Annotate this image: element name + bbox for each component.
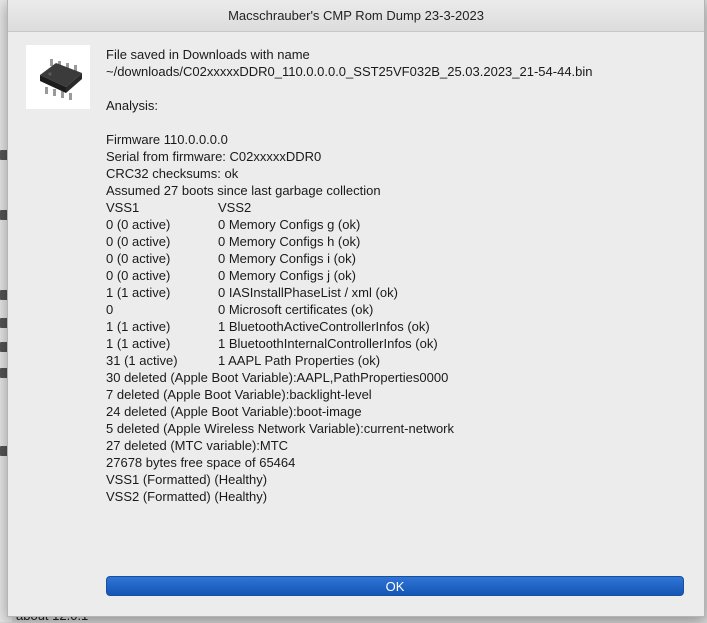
detail-line: 30 deleted (Apple Boot Variable):AAPL,Pa… bbox=[106, 370, 449, 385]
detail-line: 27 deleted (MTC variable):MTC bbox=[106, 438, 289, 453]
detail-line: 24 deleted (Apple Boot Variable):boot-im… bbox=[106, 404, 362, 419]
dialog-message: File saved in Downloads with name ~/down… bbox=[106, 46, 692, 505]
table-row: 31 (1 active) 1 AAPL Path Properties (ok… bbox=[106, 352, 692, 369]
table-row: 1 (1 active) 0 IASInstallPhaseList / xml… bbox=[106, 284, 692, 301]
vss1-cell: 0 (0 active) bbox=[106, 217, 171, 232]
vss2-cell: 0 Memory Configs g (ok) bbox=[218, 217, 361, 232]
crc-line: CRC32 checksums: ok bbox=[106, 166, 239, 181]
table-row: 0 (0 active) 0 Memory Configs j (ok) bbox=[106, 267, 692, 284]
table-row: 1 (1 active) 1 BluetoothActiveController… bbox=[106, 318, 692, 335]
saved-message: File saved in Downloads with name bbox=[106, 47, 310, 62]
table-row: 0 (0 active) 0 Memory Configs i (ok) bbox=[106, 250, 692, 267]
table-row: 0 (0 active) 0 Memory Configs h (ok) bbox=[106, 233, 692, 250]
vss2-cell: 0 Microsoft certificates (ok) bbox=[218, 302, 374, 317]
vss2-header: VSS2 bbox=[218, 200, 252, 215]
boots-line: Assumed 27 boots since last garbage coll… bbox=[106, 183, 381, 198]
dialog-title: Macschrauber's CMP Rom Dump 23-3-2023 bbox=[228, 8, 484, 23]
table-header: VSS1 VSS2 bbox=[106, 199, 692, 216]
ok-button-label: OK bbox=[385, 578, 405, 594]
detail-line: 5 deleted (Apple Wireless Network Variab… bbox=[106, 421, 455, 436]
vss2-cell: 0 IASInstallPhaseList / xml (ok) bbox=[218, 285, 398, 300]
ok-button[interactable]: OK bbox=[106, 576, 684, 596]
dialog-titlebar: Macschrauber's CMP Rom Dump 23-3-2023 bbox=[8, 0, 704, 32]
file-path: ~/downloads/C02xxxxxDDR0_110.0.0.0.0_SST… bbox=[106, 64, 593, 79]
vss1-cell: 0 (0 active) bbox=[106, 251, 171, 266]
table-row: 1 (1 active) 1 BluetoothInternalControll… bbox=[106, 335, 692, 352]
free-space-line: 27678 bytes free space of 65464 bbox=[106, 455, 296, 470]
firmware-line: Firmware 110.0.0.0.0 bbox=[106, 132, 228, 147]
analysis-label: Analysis: bbox=[106, 98, 159, 113]
vss2-cell: 1 BluetoothActiveControllerInfos (ok) bbox=[218, 319, 430, 334]
vss1-status-line: VSS1 (Formatted) (Healthy) bbox=[106, 472, 268, 487]
vss1-cell: 1 (1 active) bbox=[106, 336, 171, 351]
vss2-cell: 0 Memory Configs h (ok) bbox=[218, 234, 361, 249]
vss2-status-line: VSS2 (Formatted) (Healthy) bbox=[106, 489, 268, 504]
vss1-cell: 0 (0 active) bbox=[106, 268, 171, 283]
vss1-cell: 0 bbox=[106, 302, 114, 317]
vss1-cell: 0 (0 active) bbox=[106, 234, 171, 249]
vss2-cell: 1 BluetoothInternalControllerInfos (ok) bbox=[218, 336, 438, 351]
table-row: 0 (0 active) 0 Memory Configs g (ok) bbox=[106, 216, 692, 233]
serial-line: Serial from firmware: C02xxxxxDDR0 bbox=[106, 149, 322, 164]
vss1-cell: 1 (1 active) bbox=[106, 285, 171, 300]
detail-line: 7 deleted (Apple Boot Variable):backligh… bbox=[106, 387, 372, 402]
vss2-cell: 0 Memory Configs j (ok) bbox=[218, 268, 356, 283]
chip-icon bbox=[26, 45, 90, 109]
vss2-cell: 1 AAPL Path Properties (ok) bbox=[218, 353, 381, 368]
rom-dump-dialog: Macschrauber's CMP Rom Dump 23-3-2023 Fi… bbox=[7, 0, 705, 617]
vss1-cell: 1 (1 active) bbox=[106, 319, 171, 334]
vss1-header: VSS1 bbox=[106, 200, 140, 215]
table-row: 0 0 Microsoft certificates (ok) bbox=[106, 301, 692, 318]
vss1-cell: 31 (1 active) bbox=[106, 353, 178, 368]
vss2-cell: 0 Memory Configs i (ok) bbox=[218, 251, 356, 266]
